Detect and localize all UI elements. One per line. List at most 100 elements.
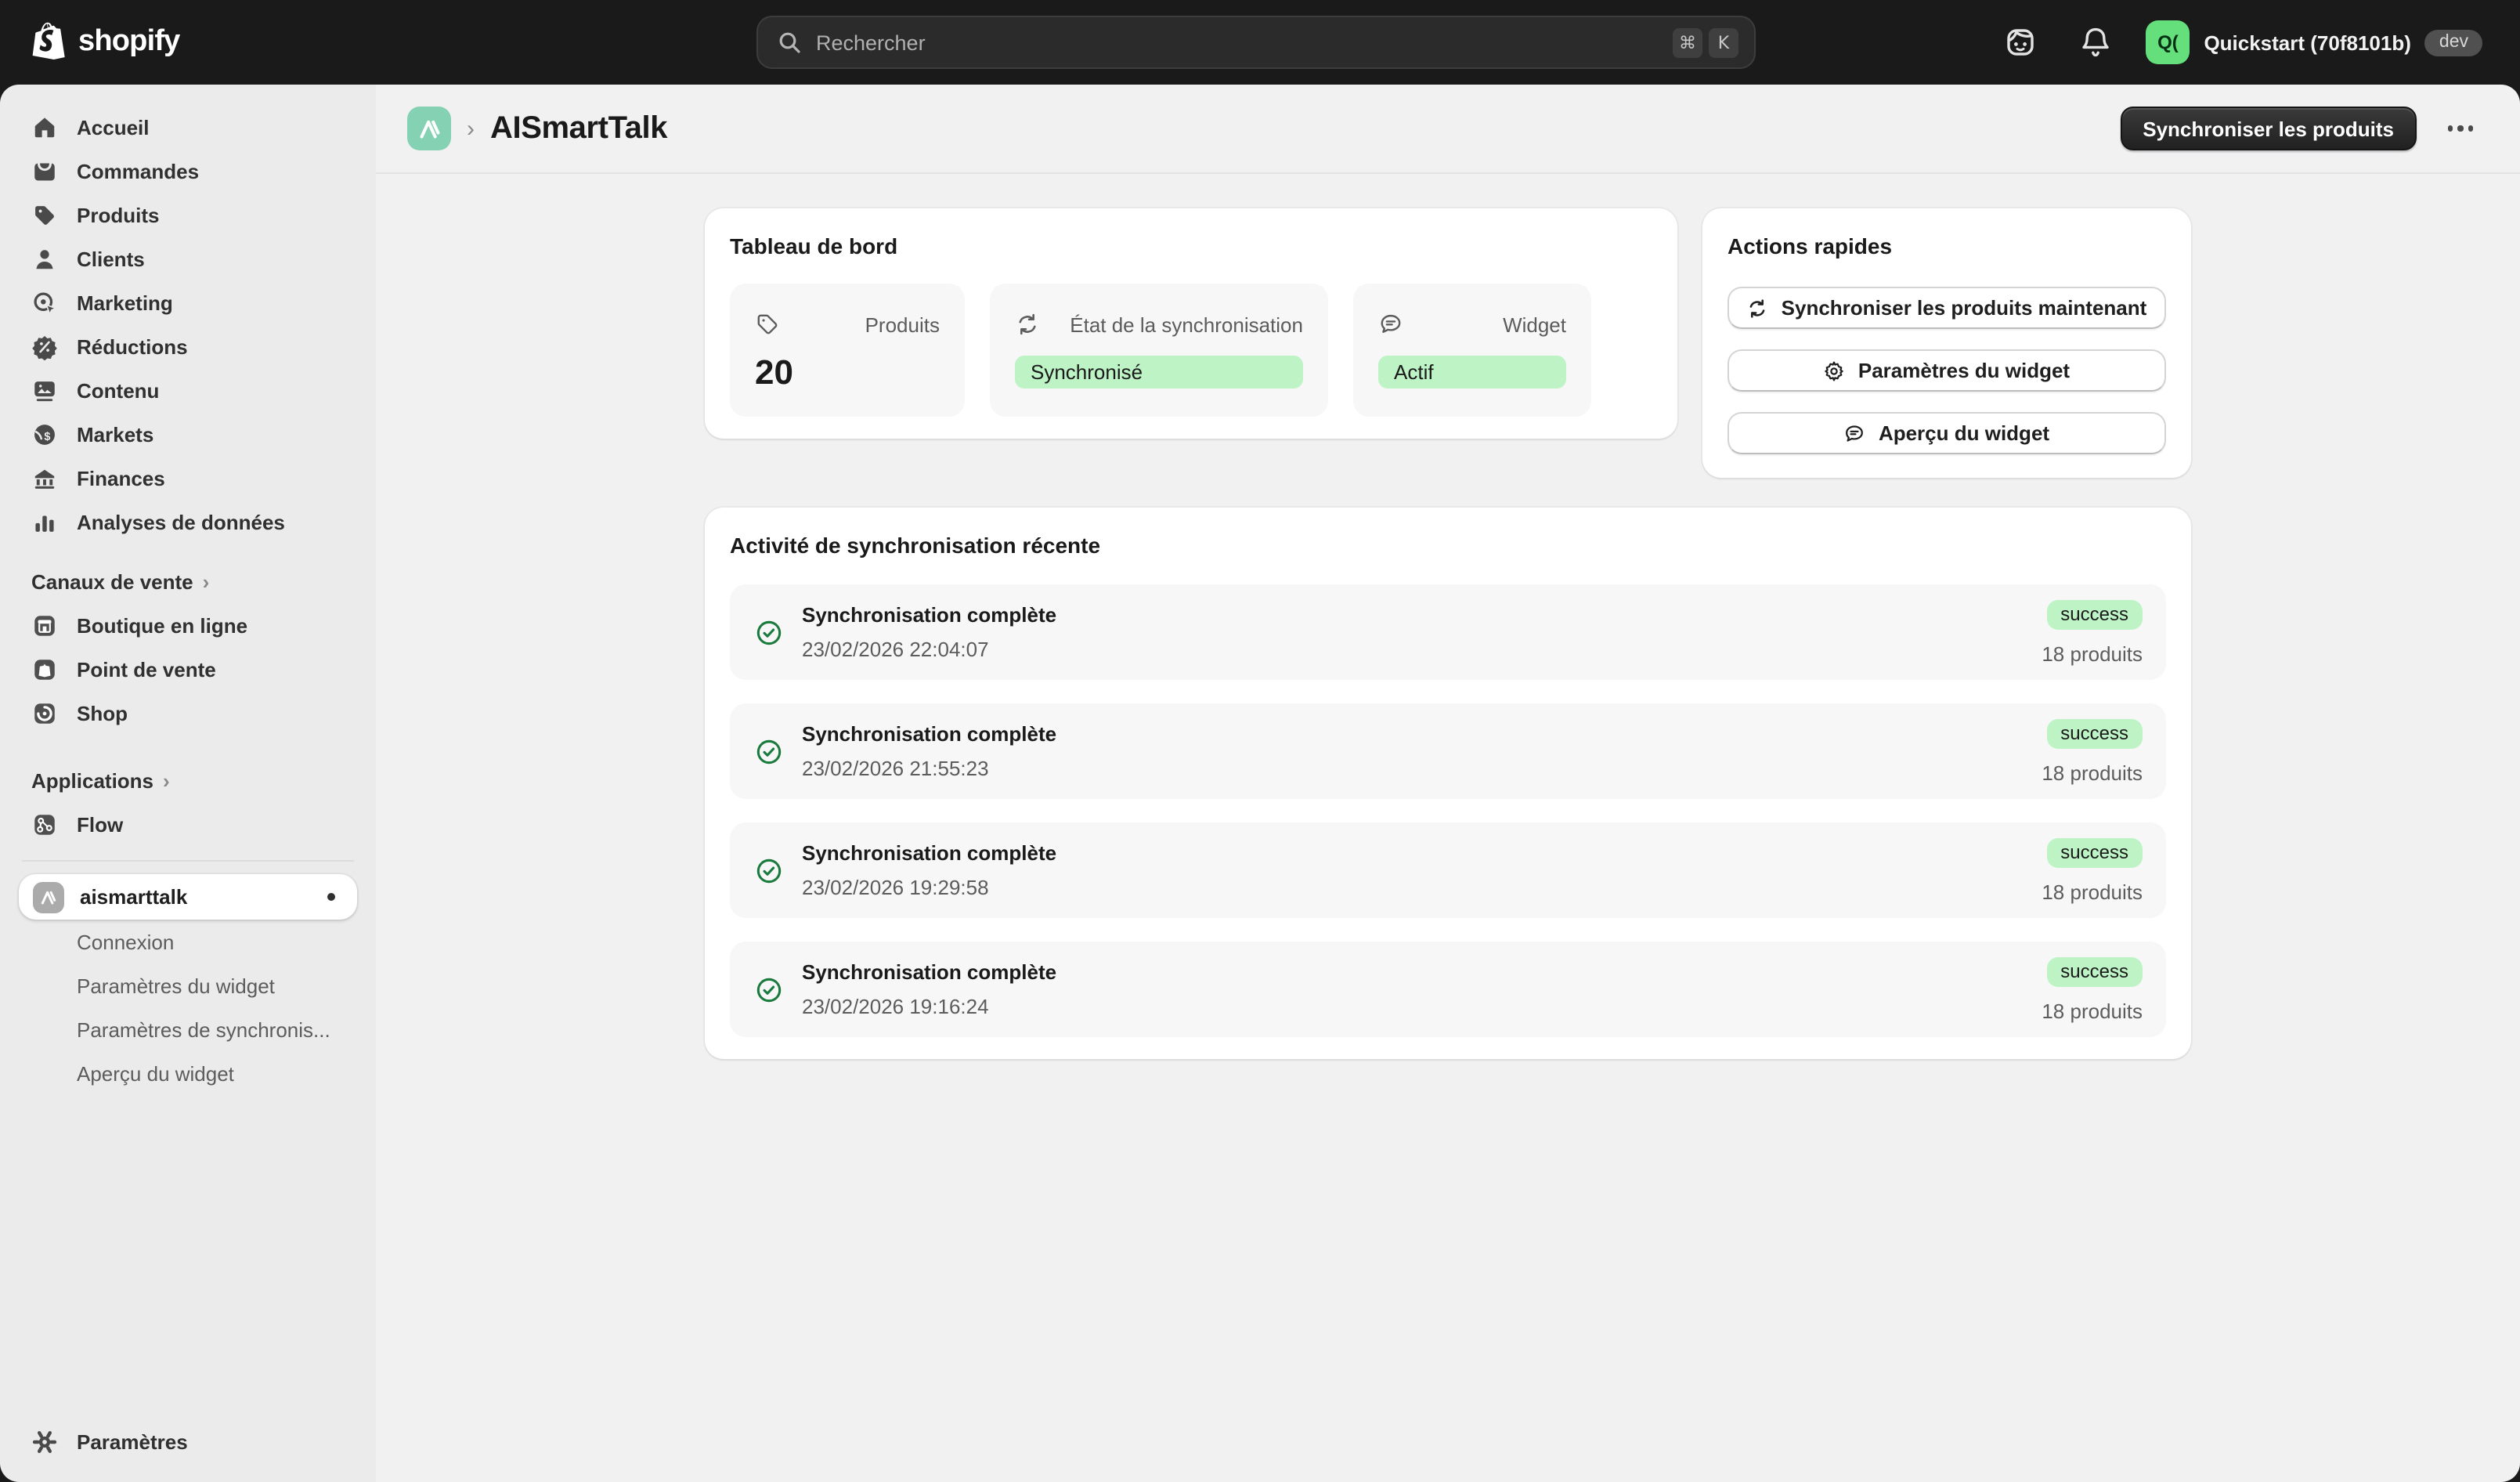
sidebar-item-aismarttalk[interactable]: aismarttalk (19, 874, 357, 920)
sidebar-item-flow[interactable]: Flow (13, 802, 363, 846)
check-circle-icon (755, 737, 783, 765)
tile-produits: Produits 20 (730, 284, 965, 417)
sidebar-section-applications[interactable]: Applications › (0, 758, 376, 802)
account-avatar: Q( (2146, 20, 2190, 64)
main-content: › AISmartTalk Synchroniser les produits … (376, 85, 2520, 1482)
sync-status-badge: Synchronisé (1015, 356, 1303, 389)
tile-widget: Widget Actif (1353, 284, 1591, 417)
activity-card: Activité de synchronisation récente Sync… (705, 508, 2191, 1059)
shop-app-icon (31, 699, 58, 726)
widget-preview-button[interactable]: Aperçu du widget (1728, 412, 2166, 454)
flow-nodes-icon (31, 811, 58, 837)
activity-row-timestamp: 23/02/2026 22:04:07 (802, 638, 2042, 661)
sync-now-button[interactable]: Synchroniser les produits maintenant (1728, 287, 2166, 329)
sidebar-subitem-parametres-synchronisation[interactable]: Paramètres de synchronis... (0, 1007, 376, 1051)
tile-etat-synchronisation: État de la synchronisation Synchronisé (990, 284, 1328, 417)
kbd-k: K (1709, 27, 1738, 57)
dashboard-tiles: Produits 20 État de la synchronisation S… (730, 284, 1652, 417)
sidebar-item-markets[interactable]: $ Markets (13, 412, 363, 456)
activity-row-count: 18 produits (2042, 880, 2143, 903)
sync-icon (1015, 312, 1040, 337)
activity-row-timestamp: 23/02/2026 19:16:24 (802, 995, 2042, 1018)
sidebar-subitem-apercu-widget[interactable]: Aperçu du widget (0, 1051, 376, 1095)
sidebar-section-canaux-de-vente[interactable]: Canaux de vente › (0, 559, 376, 603)
sidekick-assistant-button[interactable] (1995, 17, 2045, 67)
sidebar-item-accueil[interactable]: Accueil (13, 105, 363, 149)
shopify-bag-icon (31, 20, 69, 64)
activity-row-count: 18 produits (2042, 761, 2143, 784)
bell-icon (2080, 25, 2111, 60)
activity-row-title: Synchronisation complète (802, 603, 2042, 627)
sidebar-subitem-connexion[interactable]: Connexion (0, 920, 376, 963)
pos-bag-icon (31, 656, 58, 682)
widget-status-badge: Actif (1378, 356, 1566, 389)
products-count: 20 (755, 352, 940, 393)
storefront-icon (31, 612, 58, 638)
widget-settings-button[interactable]: Paramètres du widget (1728, 349, 2166, 392)
activity-row: Synchronisation complète 23/02/2026 19:2… (730, 822, 2166, 918)
more-actions-button[interactable] (2444, 114, 2476, 144)
sidebar-item-reductions[interactable]: Réductions (13, 324, 363, 368)
dashboard-card: Tableau de bord Produits 20 (705, 208, 1677, 439)
sync-icon (1747, 297, 1769, 319)
success-badge: success (2046, 837, 2143, 867)
sidebar-item-analyses[interactable]: Analyses de données (13, 500, 363, 544)
check-circle-icon (755, 856, 783, 884)
quick-actions-title: Actions rapides (1728, 233, 2166, 258)
synchroniser-produits-button[interactable]: Synchroniser les produits (2121, 107, 2416, 150)
discount-icon (31, 333, 58, 360)
page-content: Tableau de bord Produits 20 (705, 208, 2191, 1059)
header-actions: Synchroniser les produits (2121, 107, 2476, 150)
chevron-right-icon: › (163, 768, 170, 792)
sidekick-face-icon (2003, 25, 2038, 60)
search-input[interactable]: Rechercher ⌘ K (756, 16, 1756, 69)
search-placeholder: Rechercher (816, 31, 1666, 54)
globe-dollar-icon: $ (31, 421, 58, 447)
gear-icon (1824, 360, 1846, 381)
activity-row-count: 18 produits (2042, 999, 2143, 1022)
sidebar-item-parametres[interactable]: Paramètres (13, 1419, 363, 1463)
quick-actions-card: Actions rapides Synchroniser les produit… (1702, 208, 2191, 478)
activity-row-timestamp: 23/02/2026 19:29:58 (802, 876, 2042, 899)
activity-row: Synchronisation complète 23/02/2026 21:5… (730, 703, 2166, 799)
check-circle-icon (755, 618, 783, 646)
success-badge: success (2046, 718, 2143, 748)
svg-text:$: $ (44, 430, 50, 443)
sidebar-item-contenu[interactable]: Contenu (13, 368, 363, 412)
success-badge: success (2046, 599, 2143, 629)
tag-outline-icon (755, 312, 780, 337)
account-menu[interactable]: Q( Quickstart (70f8101b) dev (2146, 20, 2482, 64)
sidebar-item-marketing[interactable]: Marketing (13, 280, 363, 324)
activity-row-title: Synchronisation complète (802, 722, 2042, 746)
sidebar-item-clients[interactable]: Clients (13, 237, 363, 280)
breadcrumb-chevron-icon: › (467, 115, 475, 142)
screen: shopify Rechercher ⌘ K (0, 0, 2520, 1482)
activity-title: Activité de synchronisation récente (730, 533, 2166, 558)
kbd-cmd: ⌘ (1673, 27, 1702, 57)
search-icon (777, 30, 802, 55)
sidebar-item-finances[interactable]: Finances (13, 456, 363, 500)
target-cursor-icon (31, 289, 58, 316)
account-name: Quickstart (70f8101b) (2204, 31, 2410, 54)
shopify-wordmark: shopify (78, 25, 180, 60)
topbar-right: Q( Quickstart (70f8101b) dev (1995, 17, 2482, 67)
notifications-button[interactable] (2071, 17, 2121, 67)
activity-row-title: Synchronisation complète (802, 960, 2042, 984)
sidebar-item-commandes[interactable]: Commandes (13, 149, 363, 193)
sidebar-item-point-de-vente[interactable]: Point de vente (13, 647, 363, 691)
sidebar-bottom: Paramètres (0, 1419, 376, 1463)
chevron-right-icon: › (203, 569, 210, 593)
sidebar-item-shop[interactable]: Shop (13, 691, 363, 735)
activity-row-timestamp: 23/02/2026 21:55:23 (802, 757, 2042, 780)
person-icon (31, 245, 58, 272)
sidebar-item-produits[interactable]: Produits (13, 193, 363, 237)
gear-icon (31, 1428, 58, 1455)
success-badge: success (2046, 956, 2143, 986)
activity-row-count: 18 produits (2042, 642, 2143, 665)
sidebar-item-boutique-en-ligne[interactable]: Boutique en ligne (13, 603, 363, 647)
home-icon (31, 114, 58, 140)
aismarttalk-breadcrumb-icon[interactable] (407, 107, 451, 150)
image-icon (31, 377, 58, 403)
sidebar-subitem-parametres-widget[interactable]: Paramètres du widget (0, 963, 376, 1007)
chat-bubble-icon (1844, 422, 1866, 444)
